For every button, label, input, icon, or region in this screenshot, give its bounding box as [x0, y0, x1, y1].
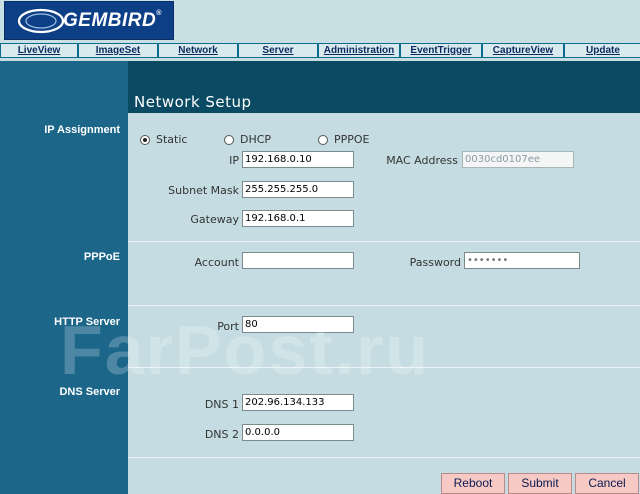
submit-button[interactable]: Submit	[508, 473, 572, 494]
divider	[128, 305, 640, 306]
mac-field: 0030cd0107ee	[462, 151, 574, 168]
dns1-label: DNS 1	[204, 398, 239, 411]
settings-panel: Static DHCP PPPOE IP 192.168.0.10 MAC Ad…	[128, 113, 640, 494]
section-dns-server: DNS Server	[59, 386, 120, 398]
nav-imageset[interactable]: ImageSet	[79, 44, 157, 57]
radio-static[interactable]: Static	[140, 133, 187, 146]
subnet-field[interactable]: 255.255.255.0	[242, 181, 354, 198]
password-label: Password	[409, 256, 461, 269]
password-field[interactable]: •••••••	[464, 252, 580, 269]
dns2-label: DNS 2	[204, 428, 239, 441]
page-title: Network Setup	[134, 93, 252, 111]
gateway-field[interactable]: 192.168.0.1	[242, 210, 354, 227]
nav-server[interactable]: Server	[239, 44, 317, 57]
radio-pppoe[interactable]: PPPOE	[318, 133, 370, 146]
nav-eventtrigger[interactable]: EventTrigger	[401, 44, 481, 57]
mac-label: MAC Address	[386, 154, 458, 167]
section-pppoe: PPPoE	[83, 251, 120, 263]
header: GEMBIRD®	[0, 0, 640, 43]
radio-static-dot[interactable]	[140, 134, 150, 145]
top-nav: LiveView ImageSet Network Server Adminis…	[0, 43, 640, 58]
subnet-label: Subnet Mask	[168, 184, 239, 197]
nav-liveview[interactable]: LiveView	[1, 44, 77, 57]
account-field[interactable]	[242, 252, 354, 269]
divider	[128, 367, 640, 368]
gateway-label: Gateway	[190, 213, 239, 226]
section-http-server: HTTP Server	[54, 316, 120, 328]
cancel-button[interactable]: Cancel	[575, 473, 639, 494]
logo-text: GEMBIRD®	[63, 10, 162, 31]
nav-captureview[interactable]: CaptureView	[483, 44, 563, 57]
ip-field[interactable]: 192.168.0.10	[242, 151, 354, 168]
account-label: Account	[194, 256, 239, 269]
ip-label: IP	[229, 154, 239, 167]
dns2-field[interactable]: 0.0.0.0	[242, 424, 354, 441]
divider	[128, 457, 640, 458]
radio-pppoe-dot[interactable]	[318, 134, 328, 145]
nav-administration[interactable]: Administration	[319, 44, 399, 57]
radio-dhcp-dot[interactable]	[224, 134, 234, 145]
nav-update[interactable]: Update	[565, 44, 640, 57]
divider	[128, 241, 640, 242]
reboot-button[interactable]: Reboot	[441, 473, 505, 494]
port-field[interactable]: 80	[242, 316, 354, 333]
radio-dhcp[interactable]: DHCP	[224, 133, 271, 146]
section-ip-assignment: IP Assignment	[44, 124, 120, 136]
section-sidebar: IP Assignment PPPoE HTTP Server DNS Serv…	[0, 61, 128, 494]
gembird-logo: GEMBIRD®	[4, 1, 174, 40]
nav-network[interactable]: Network	[159, 44, 237, 57]
dns1-field[interactable]: 202.96.134.133	[242, 394, 354, 411]
port-label: Port	[217, 320, 239, 333]
title-band: Network Setup	[128, 61, 640, 113]
